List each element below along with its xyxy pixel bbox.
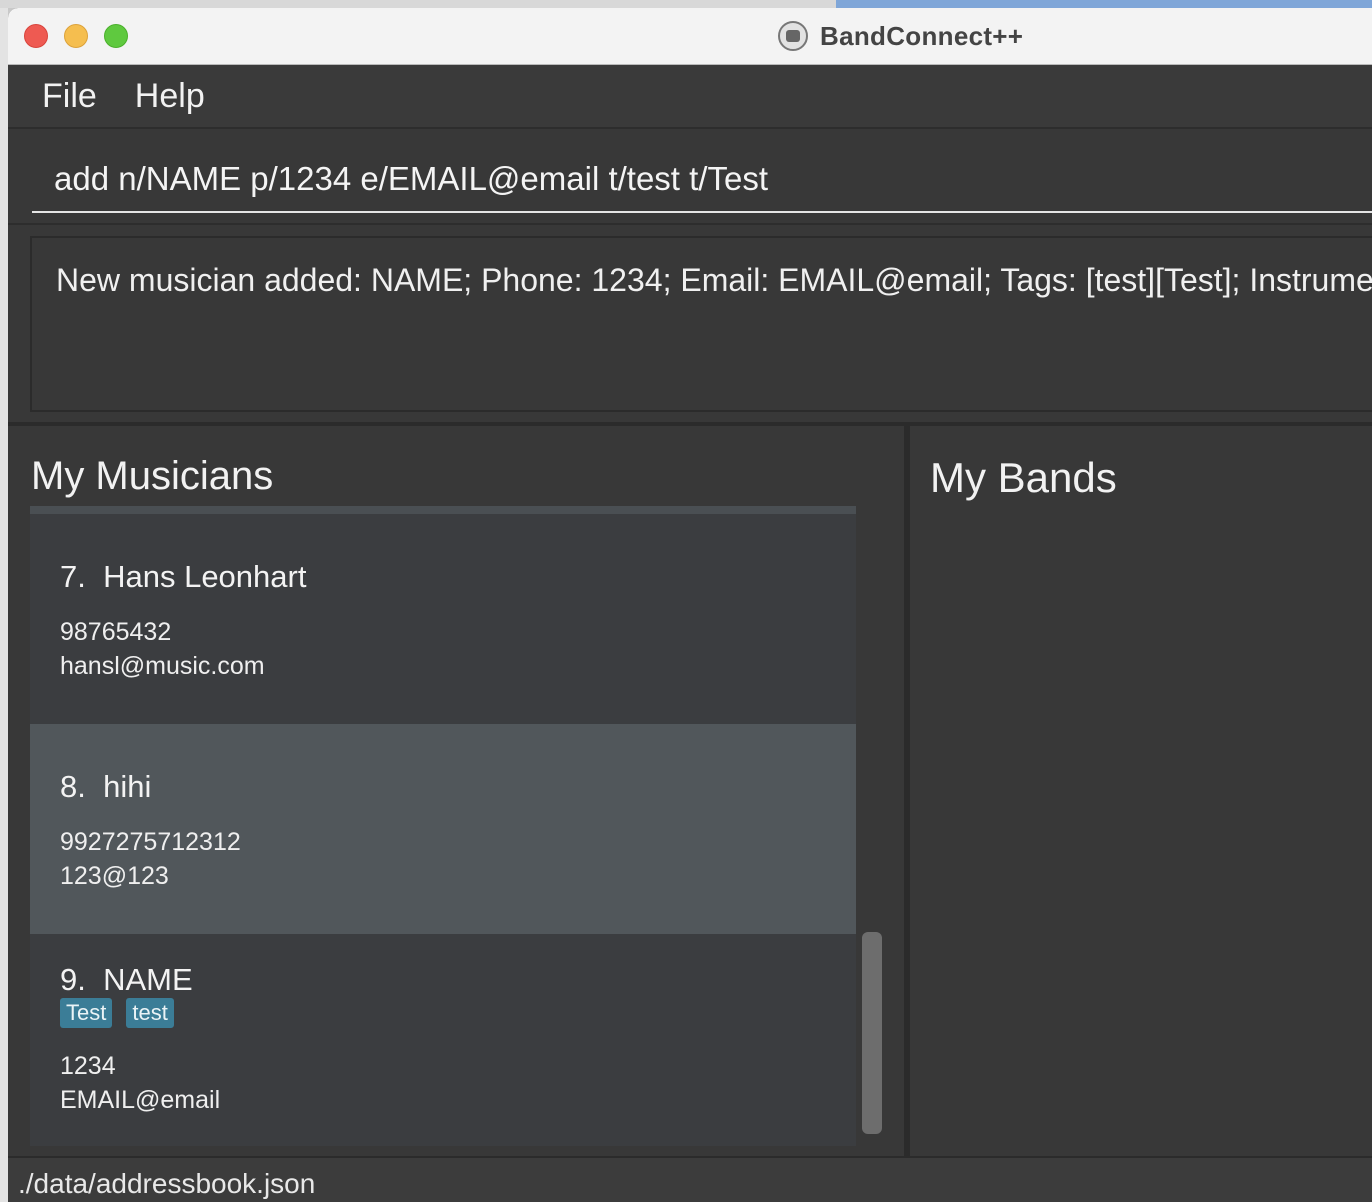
musician-email: hansl@music.com bbox=[60, 652, 265, 680]
musician-card[interactable]: 9. NAME Test test 1234 EMAIL@email bbox=[30, 934, 856, 1146]
musician-name-text: NAME bbox=[103, 962, 193, 997]
musician-name: 8. hihi bbox=[60, 769, 151, 805]
musician-card-selected[interactable]: 8. hihi 9927275712312 123@123 bbox=[30, 724, 856, 934]
musician-phone: 1234 bbox=[60, 1052, 116, 1080]
musician-name-text: hihi bbox=[103, 769, 152, 804]
window-title-group: BandConnect++ bbox=[778, 18, 1023, 54]
close-window-button[interactable] bbox=[24, 24, 48, 48]
window-title: BandConnect++ bbox=[820, 20, 1024, 51]
tag-list: Test test bbox=[60, 998, 188, 1028]
musician-list-scrollbar[interactable] bbox=[862, 932, 882, 1134]
musicians-panel: My Musicians 7. Hans Leonhart 98765432 h… bbox=[8, 426, 904, 1156]
musicians-panel-title: My Musicians bbox=[31, 454, 274, 498]
app-logo-glyph bbox=[786, 30, 800, 42]
app-window: BandConnect++ File Help New musician add… bbox=[8, 8, 1372, 1202]
bands-panel: My Bands bbox=[910, 426, 1372, 1156]
maximize-window-button[interactable] bbox=[104, 24, 128, 48]
tag-badge: test bbox=[126, 998, 174, 1028]
result-display: New musician added: NAME; Phone: 1234; E… bbox=[30, 236, 1372, 412]
tag-badge: Test bbox=[60, 998, 113, 1028]
menu-file[interactable]: File bbox=[42, 77, 97, 116]
musician-name-text: Hans Leonhart bbox=[103, 559, 307, 594]
musician-index: 8. bbox=[60, 769, 86, 804]
musician-phone: 98765432 bbox=[60, 618, 172, 646]
title-bar: BandConnect++ bbox=[8, 8, 1372, 65]
musician-email: 123@123 bbox=[60, 862, 169, 890]
minimize-window-button[interactable] bbox=[64, 24, 88, 48]
command-input[interactable] bbox=[32, 147, 1372, 213]
app-logo-icon bbox=[778, 21, 808, 51]
menu-help[interactable]: Help bbox=[135, 77, 205, 116]
musician-phone: 9927275712312 bbox=[60, 828, 241, 856]
musician-name: 9. NAME bbox=[60, 962, 193, 998]
command-box bbox=[8, 131, 1372, 225]
musician-card[interactable]: 7. Hans Leonhart 98765432 hansl@music.co… bbox=[30, 514, 856, 724]
data-file-path: ./data/addressbook.json bbox=[18, 1168, 316, 1199]
musician-email: EMAIL@email bbox=[60, 1086, 221, 1114]
bands-panel-title: My Bands bbox=[930, 454, 1117, 501]
desktop-background-window bbox=[836, 0, 1372, 8]
musician-name: 7. Hans Leonhart bbox=[60, 559, 306, 595]
musician-list[interactable]: 7. Hans Leonhart 98765432 hansl@music.co… bbox=[30, 506, 856, 1146]
status-bar: ./data/addressbook.json bbox=[8, 1156, 1372, 1202]
menu-bar: File Help bbox=[8, 65, 1372, 129]
musician-index: 9. bbox=[60, 962, 86, 997]
desktop-background bbox=[0, 0, 8, 1202]
musician-index: 7. bbox=[60, 559, 86, 594]
